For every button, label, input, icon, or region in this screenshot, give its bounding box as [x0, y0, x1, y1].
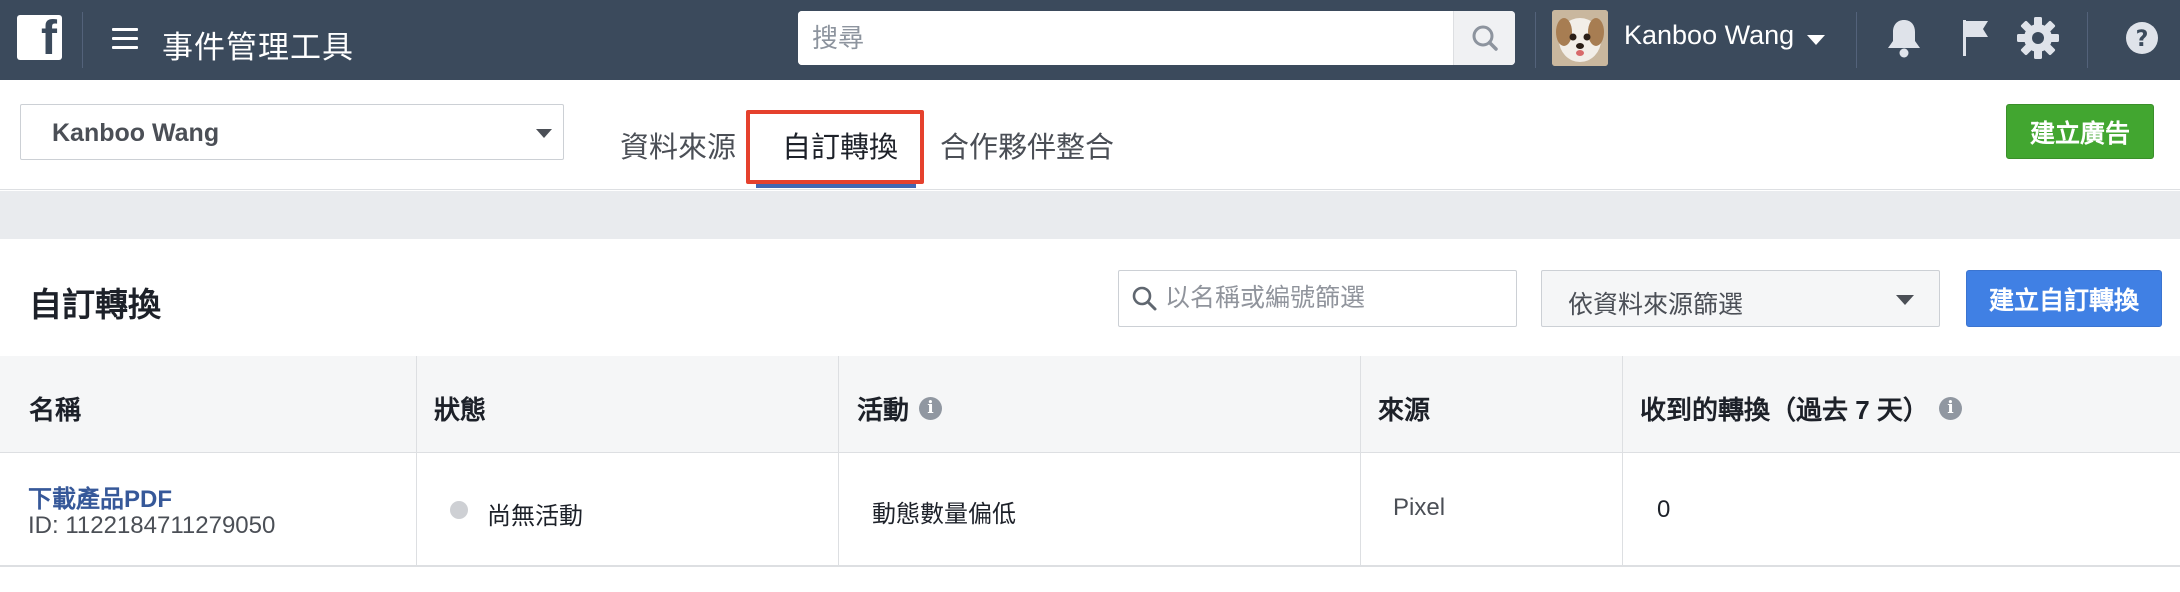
user-name[interactable]: Kanboo Wang: [1624, 20, 1794, 51]
conversion-id: ID: 1122184711279050: [28, 512, 276, 539]
facebook-logo-icon[interactable]: f: [17, 12, 62, 65]
status-text: 尚無活動: [487, 503, 583, 530]
table-header: 名稱 狀態 活動 i 來源 收到的轉換（過去 7 天） i: [0, 356, 2180, 453]
search-button[interactable]: [1453, 11, 1515, 65]
info-icon[interactable]: i: [919, 397, 943, 420]
app-title: 事件管理工具: [162, 30, 354, 65]
column-divider: [838, 356, 839, 567]
column-header-activity[interactable]: 活動 i: [857, 390, 943, 427]
column-divider: [1360, 356, 1361, 567]
column-header-label: 名稱: [29, 395, 82, 425]
user-avatar[interactable]: [1552, 10, 1608, 66]
column-header-label: 收到的轉換（過去 7 天）: [1640, 395, 1929, 425]
tab-data-sources[interactable]: 資料來源: [620, 124, 736, 166]
top-navigation-bar: f 事件管理工具 Kanboo Wang: [0, 0, 2180, 80]
conversions-count: 0: [1657, 496, 1671, 523]
gear-icon: [2017, 17, 2059, 59]
column-header-name[interactable]: 名稱: [29, 390, 81, 427]
info-icon[interactable]: i: [1938, 397, 1962, 420]
global-search: [798, 11, 1515, 65]
chevron-down-icon: [1896, 295, 1914, 305]
flag-button[interactable]: [1950, 14, 1998, 62]
tab-partner-integrations[interactable]: 合作夥伴整合: [940, 124, 1114, 166]
source-filter-dropdown[interactable]: 依資料來源篩選: [1541, 270, 1940, 327]
account-menu-caret-icon[interactable]: [1807, 35, 1825, 45]
divider: [82, 12, 83, 68]
avatar-dog-image: [1552, 10, 1608, 66]
column-divider: [416, 356, 417, 567]
help-button[interactable]: ?: [2118, 14, 2166, 62]
help-icon: ?: [2126, 22, 2158, 54]
divider: [2087, 12, 2088, 68]
status-dot-icon: [450, 501, 468, 519]
source-filter-label: 依資料來源篩選: [1568, 291, 1744, 319]
account-selector[interactable]: Kanboo Wang: [20, 104, 564, 160]
column-divider: [1622, 356, 1623, 567]
column-header-conversions[interactable]: 收到的轉換（過去 7 天） i: [1640, 390, 1962, 427]
name-filter: [1118, 270, 1517, 327]
search-icon: [1472, 25, 1498, 51]
name-filter-input[interactable]: [1165, 271, 1505, 326]
active-tab-indicator: [756, 184, 916, 188]
divider: [1535, 12, 1536, 68]
chevron-down-icon: [536, 129, 552, 138]
redacted-area: [257, 107, 539, 157]
table-row[interactable]: 下載產品PDF ID: 1122184711279050 尚無活動 動態數量偏低…: [0, 453, 2180, 567]
create-ad-button[interactable]: 建立廣告: [2006, 104, 2154, 159]
bell-icon: [1888, 20, 1920, 58]
divider: [1856, 12, 1857, 68]
notifications-button[interactable]: [1880, 14, 1928, 62]
activity-text: 動態數量偏低: [872, 501, 1016, 528]
svg-text:?: ?: [2136, 27, 2149, 52]
column-header-label: 狀態: [434, 395, 487, 425]
flag-icon: [1963, 20, 1988, 56]
column-header-status[interactable]: 狀態: [434, 390, 486, 427]
source-text: Pixel: [1393, 494, 1446, 521]
column-header-source[interactable]: 來源: [1378, 390, 1430, 427]
page-divider-band: [0, 191, 2180, 239]
conversion-name-link[interactable]: 下載產品PDF: [28, 479, 172, 514]
column-header-label: 活動: [857, 395, 910, 425]
annotation-highlight-box: [746, 110, 924, 184]
search-input[interactable]: [798, 11, 1453, 65]
hamburger-menu-icon[interactable]: [112, 28, 138, 50]
settings-button[interactable]: [2014, 14, 2062, 62]
search-icon: [1132, 286, 1157, 311]
column-header-label: 來源: [1378, 395, 1431, 425]
create-custom-conversion-button[interactable]: 建立自訂轉換: [1966, 270, 2162, 327]
panel-title: 自訂轉換: [29, 286, 161, 323]
account-name: Kanboo Wang: [52, 119, 220, 147]
